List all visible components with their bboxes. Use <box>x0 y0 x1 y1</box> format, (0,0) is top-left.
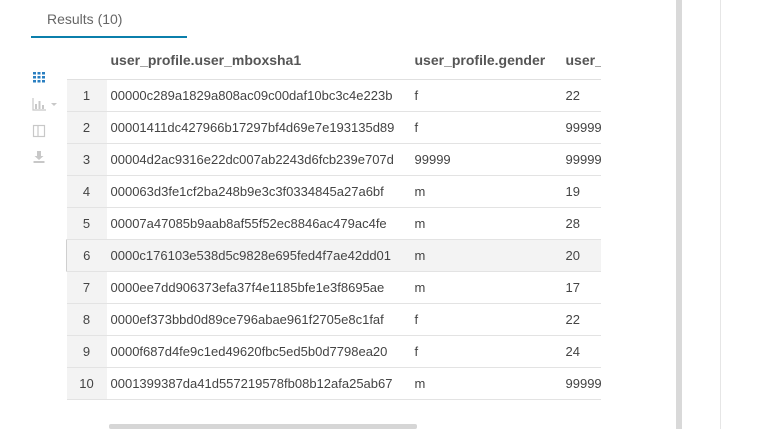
grid-icon <box>33 72 45 83</box>
truncated-column-cell: 22 <box>561 303 601 336</box>
table-row[interactable]: 9 0000f687d4fe9c1ed49620fbc5ed5b0d7798ea2… <box>66 335 601 368</box>
download-button[interactable] <box>31 149 51 169</box>
gender-cell: m <box>410 367 562 400</box>
table-header-row: user_profile.user_mboxsha1 user_profile.… <box>66 40 601 80</box>
row-number-cell: 3 <box>66 143 107 176</box>
mboxsha1-cell: 0000f687d4fe9c1ed49620fbc5ed5b0d7798ea20 <box>106 335 411 368</box>
header-row-number <box>66 40 107 80</box>
mboxsha1-cell: 00004d2ac9316e22dc007ab2243d6fcb239e707d <box>106 143 411 176</box>
chart-view-button[interactable] <box>31 96 61 116</box>
truncated-column-cell: 99999 <box>561 143 601 176</box>
results-tab-label: Results (10) <box>47 11 123 27</box>
mboxsha1-cell: 0000ef373bbd0d89ce796abae961f2705e8c1faf <box>106 303 411 336</box>
mboxsha1-cell: 00001411dc427966b17297bf4d69e7e193135d89 <box>106 111 411 144</box>
table-body: 1 00000c289a1829a808ac09c00daf10bc3c4e223… <box>66 79 601 400</box>
gender-cell: m <box>410 207 562 240</box>
truncated-column-cell: 99999 <box>561 367 601 400</box>
row-number-cell: 6 <box>66 239 107 272</box>
results-table: user_profile.user_mboxsha1 user_profile.… <box>66 40 601 400</box>
mboxsha1-cell: 00007a47085b9aab8af55f52ec8846ac479ac4fe <box>106 207 411 240</box>
mboxsha1-cell: 0000c176103e538d5c9828e695fed4f7ae42dd01 <box>106 239 411 272</box>
horizontal-scrollbar[interactable] <box>109 424 417 429</box>
table-row[interactable]: 5 00007a47085b9aab8af55f52ec8846ac479ac4f… <box>66 207 601 240</box>
gender-cell: 99999 <box>410 143 562 176</box>
gender-cell: f <box>410 79 562 112</box>
mboxsha1-cell: 0001399387da41d557219578fb08b12afa25ab67 <box>106 367 411 400</box>
panel-divider <box>720 0 721 429</box>
header-gender[interactable]: user_profile.gender <box>410 40 562 80</box>
gender-cell: m <box>410 175 562 208</box>
row-number-cell: 10 <box>66 367 107 400</box>
panel-resize-handle[interactable] <box>676 0 682 429</box>
gender-cell: f <box>410 335 562 368</box>
header-truncated-column[interactable]: user_p <box>561 40 601 80</box>
results-tab[interactable]: Results (10) <box>31 0 187 38</box>
results-table-viewport[interactable]: user_profile.user_mboxsha1 user_profile.… <box>66 40 601 400</box>
gender-cell: f <box>410 303 562 336</box>
table-row[interactable]: 7 0000ee7dd906373efa37f4e1185bfe1e3f8695a… <box>66 271 601 304</box>
table-row[interactable]: 10 0001399387da41d557219578fb08b12afa25ab… <box>66 367 601 400</box>
truncated-column-cell: 99999 <box>561 111 601 144</box>
gender-cell: f <box>410 111 562 144</box>
columns-icon <box>32 124 46 138</box>
columns-view-button[interactable] <box>31 123 51 143</box>
grid-view-button[interactable] <box>31 69 51 89</box>
truncated-column-cell: 28 <box>561 207 601 240</box>
active-tab-indicator <box>31 36 187 38</box>
download-icon <box>33 151 45 163</box>
table-row[interactable]: 8 0000ef373bbd0d89ce796abae961f2705e8c1fa… <box>66 303 601 336</box>
mboxsha1-cell: 000063d3fe1cf2ba248b9e3c3f0334845a27a6bf <box>106 175 411 208</box>
truncated-column-cell: 20 <box>561 239 601 272</box>
table-row[interactable]: 1 00000c289a1829a808ac09c00daf10bc3c4e223… <box>66 79 601 112</box>
row-number-cell: 7 <box>66 271 107 304</box>
gender-cell: m <box>410 239 562 272</box>
chart-icon <box>32 98 57 111</box>
mboxsha1-cell: 0000ee7dd906373efa37f4e1185bfe1e3f8695ae <box>106 271 411 304</box>
mboxsha1-cell: 00000c289a1829a808ac09c00daf10bc3c4e223b <box>106 79 411 112</box>
truncated-column-cell: 17 <box>561 271 601 304</box>
row-number-cell: 2 <box>66 111 107 144</box>
row-number-cell: 9 <box>66 335 107 368</box>
table-row[interactable]: 6 0000c176103e538d5c9828e695fed4f7ae42dd0… <box>66 239 601 272</box>
table-row[interactable]: 4 000063d3fe1cf2ba248b9e3c3f0334845a27a6b… <box>66 175 601 208</box>
row-number-cell: 5 <box>66 207 107 240</box>
truncated-column-cell: 19 <box>561 175 601 208</box>
gender-cell: m <box>410 271 562 304</box>
truncated-column-cell: 22 <box>561 79 601 112</box>
row-number-cell: 8 <box>66 303 107 336</box>
header-user-mboxsha1[interactable]: user_profile.user_mboxsha1 <box>106 40 411 80</box>
row-number-cell: 1 <box>66 79 107 112</box>
truncated-column-cell: 24 <box>561 335 601 368</box>
table-row[interactable]: 2 00001411dc427966b17297bf4d69e7e193135d8… <box>66 111 601 144</box>
row-number-cell: 4 <box>66 175 107 208</box>
table-row[interactable]: 3 00004d2ac9316e22dc007ab2243d6fcb239e707… <box>66 143 601 176</box>
